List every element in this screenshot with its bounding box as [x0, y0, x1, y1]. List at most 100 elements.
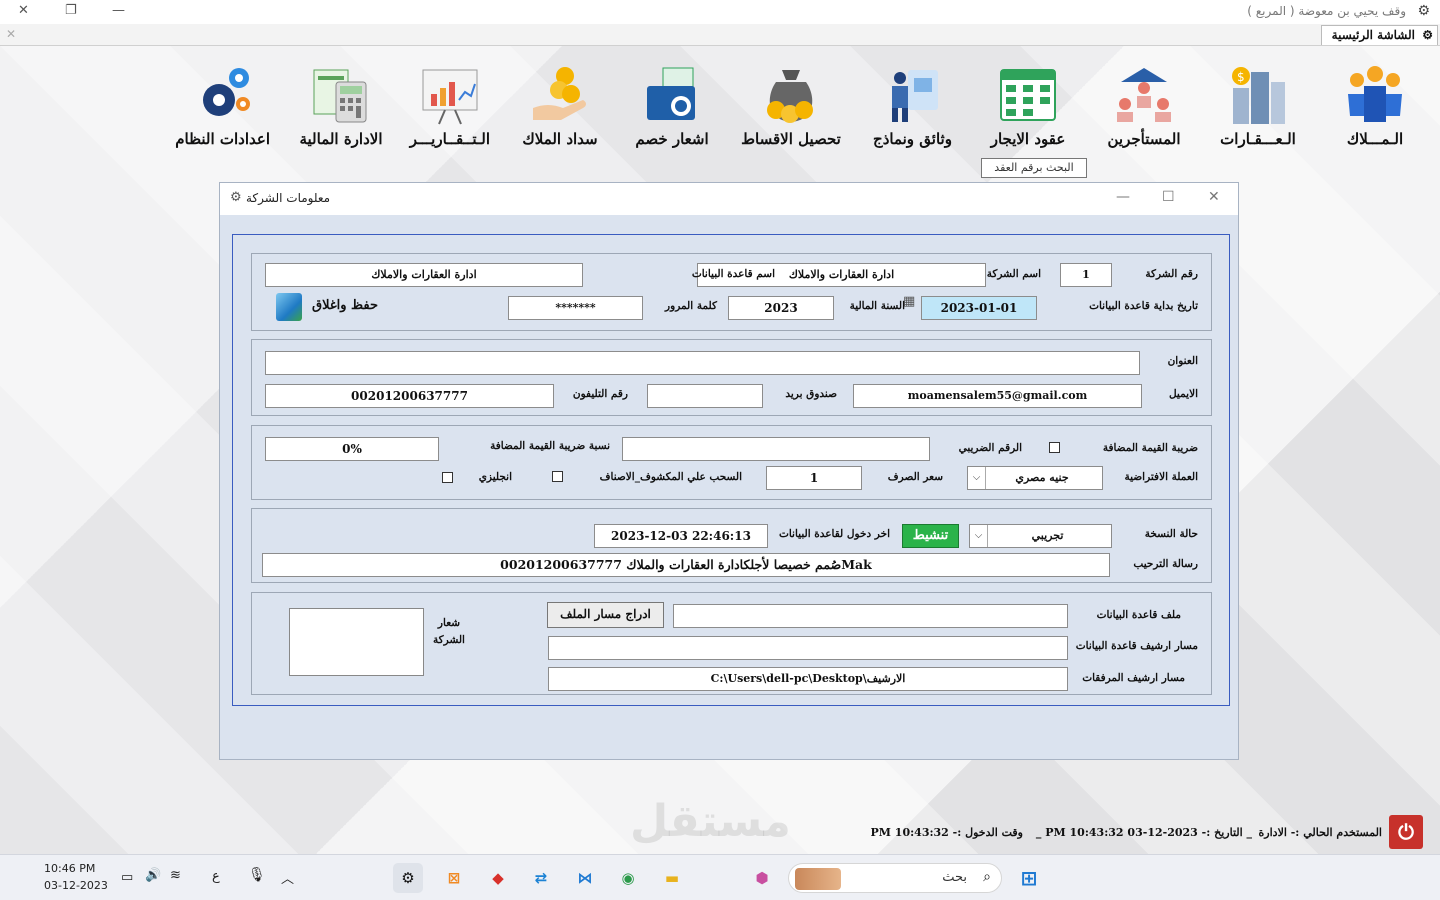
- fiscal-year-field[interactable]: 2023: [728, 296, 834, 320]
- phone-field[interactable]: 00201200637777: [265, 384, 554, 408]
- exchange-rate-field[interactable]: 1: [766, 466, 862, 490]
- files-group: ملف قاعدة البيانات ادراج مسار الملف مسار…: [251, 592, 1212, 695]
- dialog-maximize-icon[interactable]: ☐: [1162, 189, 1175, 205]
- tab-close-icon[interactable]: ✕: [6, 27, 16, 41]
- vat-rate-field[interactable]: 0%: [265, 437, 439, 461]
- vat-checkbox[interactable]: [1049, 442, 1060, 453]
- teamviewer-icon[interactable]: ⇄: [526, 863, 556, 893]
- welcome-message-field[interactable]: Makصُمم خصيصا لأجلكادارة العقارات والملا…: [262, 553, 1110, 577]
- db-archive-field[interactable]: [548, 636, 1068, 660]
- toolbar-owners[interactable]: الـمـــلاك: [1335, 64, 1415, 160]
- tab-gear-icon: ⚙: [1422, 28, 1433, 42]
- version-select[interactable]: تجريبي ⌵: [969, 524, 1112, 548]
- toolbar-tenants[interactable]: المستأجرين: [1103, 64, 1185, 160]
- db-name-field[interactable]: ادارة العقارات والاملاك: [265, 263, 583, 287]
- toolbar-lease-contracts[interactable]: عقود الايجار: [988, 64, 1068, 160]
- finance-calculator-icon: [306, 64, 376, 126]
- tenants-icon: [1109, 64, 1179, 126]
- toolbar-properties[interactable]: $ الـعـــقـارات: [1218, 64, 1298, 160]
- pobox-field[interactable]: [647, 384, 763, 408]
- taskbar-search[interactable]: بحث ⌕: [788, 863, 1002, 893]
- currency-select[interactable]: جنيه مصري ⌵: [967, 466, 1103, 490]
- english-checkbox[interactable]: [442, 472, 453, 483]
- toolbar-tenants-label: المستأجرين: [1107, 130, 1181, 148]
- address-label: العنوان: [1167, 355, 1198, 367]
- email-label: الايميل: [1168, 388, 1198, 400]
- title-bar: ✕ ❐ — وقف يحيي بن معوضة ( المربع ) ⚙: [0, 0, 1440, 24]
- dialog-close-icon[interactable]: ✕: [1208, 189, 1220, 205]
- app-gear-taskbar-icon[interactable]: ⚙: [393, 863, 423, 893]
- vscode-icon[interactable]: ⋈: [570, 863, 600, 893]
- toolbar-discount-notice[interactable]: اشعار خصم: [631, 64, 713, 160]
- toolbar-system-settings[interactable]: اعدادات النظام: [175, 64, 270, 160]
- toolbar-financial-management[interactable]: الادارة المالية: [296, 64, 386, 160]
- email-field[interactable]: moamensalem55@gmail.com: [853, 384, 1142, 408]
- contracts-calendar-icon: [993, 64, 1063, 126]
- password-label: كلمة المرور: [665, 300, 717, 312]
- company-logo-box[interactable]: [289, 608, 424, 676]
- wifi-icon[interactable]: ≋: [170, 868, 181, 883]
- chevron-up-icon[interactable]: ︿: [281, 868, 294, 887]
- xampp-icon[interactable]: ⊠: [439, 863, 469, 893]
- toolbar-owners-payment[interactable]: سداد الملاك: [520, 64, 600, 160]
- activate-button[interactable]: تنشيط: [902, 524, 959, 548]
- battery-icon[interactable]: ▭: [121, 870, 133, 885]
- attachments-archive-field[interactable]: C:\Users\dell-pc\Desktop\الارشيف: [548, 667, 1068, 691]
- anydesk-icon[interactable]: ◆: [483, 863, 513, 893]
- volume-icon[interactable]: 🔊: [145, 868, 161, 883]
- vat-rate-label: نسبة ضريبة القيمة المضافة: [490, 440, 610, 452]
- file-explorer-icon[interactable]: ▬: [657, 863, 687, 893]
- company-name-label: اسم الشركة: [986, 268, 1041, 280]
- db-name-label: اسم قاعدة البيانات: [691, 268, 775, 280]
- toolbar-owners-payment-label: سداد الملاك: [522, 130, 598, 148]
- fiscal-year-label: السنة المالية: [849, 300, 905, 312]
- app-gear-icon: ⚙: [1417, 3, 1430, 19]
- money-bag-icon: [756, 64, 826, 126]
- company-no-field[interactable]: 1: [1060, 263, 1112, 287]
- db-start-date-field[interactable]: 2023-01-01: [921, 296, 1037, 320]
- language-indicator[interactable]: ع: [212, 869, 220, 884]
- overdraft-checkbox[interactable]: [552, 471, 563, 482]
- current-user: المستخدم الحالي :- الادارة: [1258, 826, 1382, 839]
- clock-time[interactable]: 10:46 PM: [44, 862, 95, 875]
- reports-board-icon: [415, 64, 485, 126]
- toolbar-collect-installments[interactable]: تحصيل الاقساط: [741, 64, 841, 160]
- toolbar-reports[interactable]: الـتــقــاريـــر: [410, 64, 490, 160]
- save-disk-icon: [276, 293, 302, 321]
- toolbar-system-settings-label: اعدادات النظام: [175, 130, 270, 148]
- clock-date[interactable]: 03-12-2023: [44, 879, 108, 892]
- tax-no-field[interactable]: [622, 437, 930, 461]
- insert-path-button[interactable]: ادراج مسار الملف: [547, 602, 664, 628]
- company-group: رقم الشركة 1 اسم الشركة ادارة العقارات و…: [251, 253, 1212, 331]
- owners-icon: [1340, 64, 1410, 126]
- windows-start-icon[interactable]: ⊞: [1014, 863, 1044, 893]
- company-no-label: رقم الشركة: [1145, 268, 1198, 280]
- tab-main-screen[interactable]: ⚙ الشاشة الرئيسية: [1320, 25, 1438, 45]
- tab-strip: ✕ ⚙ الشاشة الرئيسية: [0, 24, 1440, 46]
- coins-hand-icon: [525, 64, 595, 126]
- password-field[interactable]: *******: [508, 296, 643, 320]
- power-icon[interactable]: ⏻: [1389, 815, 1423, 849]
- address-field[interactable]: [265, 351, 1140, 375]
- buildings-icon: $: [1223, 64, 1293, 126]
- last-login-field[interactable]: 2023-12-03 22:46:13: [594, 524, 768, 548]
- dialog-minimize-icon[interactable]: —: [1116, 189, 1130, 205]
- attachments-archive-label: مسار ارشيف المرفقات: [1082, 672, 1185, 684]
- toolbar-properties-label: الـعـــقـارات: [1220, 130, 1296, 148]
- contract-search-tooltip: البحث برقم العقد: [981, 158, 1087, 178]
- tab-main-screen-label: الشاشة الرئيسية: [1331, 28, 1415, 42]
- exchange-rate-label: سعر الصرف: [887, 471, 943, 483]
- chrome-icon[interactable]: ◉: [613, 863, 643, 893]
- company-logo-label: شعار الشركة: [433, 617, 465, 646]
- toolbar-reports-label: الـتــقــاريـــر: [409, 130, 490, 148]
- save-close-button[interactable]: حفظ واغلاق: [276, 292, 386, 322]
- restore-window-icon[interactable]: ❐: [65, 3, 77, 18]
- office-pre-icon[interactable]: ⬢: [747, 863, 777, 893]
- close-window-icon[interactable]: ✕: [18, 3, 29, 18]
- welcome-message-label: رسالة الترحيب: [1133, 558, 1198, 570]
- dialog-gear-icon: ⚙: [230, 190, 242, 205]
- db-file-field[interactable]: [673, 604, 1068, 628]
- toolbar-documents[interactable]: وثائق ونماذج: [865, 64, 960, 160]
- minimize-window-icon[interactable]: —: [112, 3, 125, 18]
- microphone-icon[interactable]: 🎙: [248, 867, 266, 883]
